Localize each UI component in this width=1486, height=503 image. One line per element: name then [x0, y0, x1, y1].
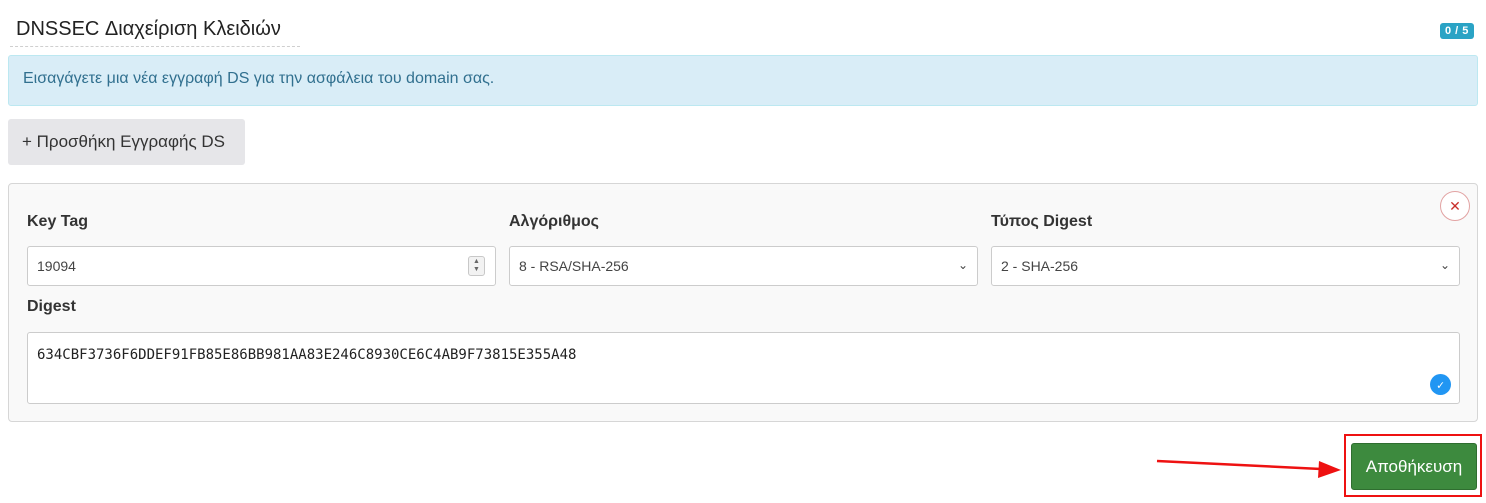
page-title: DNSSEC Διαχείριση Κλειδιών	[10, 18, 300, 47]
key-tag-label: Key Tag	[27, 213, 89, 230]
info-alert-text: Εισαγάγετε μια νέα εγγραφή DS για την ασ…	[23, 70, 495, 87]
annotation-arrow-icon	[1156, 459, 1341, 478]
save-button[interactable]: Αποθήκευση	[1351, 443, 1477, 490]
digest-textarea[interactable]: 634CBF3736F6DDEF91FB85E86BB981AA83E246C8…	[27, 332, 1460, 404]
spinner-up-icon: ▲	[473, 258, 480, 265]
algorithm-select[interactable]: 8 - RSA/SHA-256 ⌄	[509, 246, 978, 286]
digest-type-label: Τύπος Digest	[991, 213, 1093, 230]
close-icon: ✕	[1449, 197, 1461, 214]
algorithm-selected-value: 8 - RSA/SHA-256	[519, 258, 629, 274]
digest-type-selected-value: 2 - SHA-256	[1001, 258, 1079, 274]
remove-record-button[interactable]: ✕	[1440, 191, 1470, 221]
key-tag-value: 19094	[37, 258, 76, 274]
number-spinner[interactable]: ▲ ▼	[468, 256, 485, 276]
algorithm-label: Αλγόριθμος	[509, 213, 599, 230]
spinner-down-icon: ▼	[473, 266, 480, 273]
chevron-down-icon: ⌄	[1439, 258, 1450, 272]
info-alert: Εισαγάγετε μια νέα εγγραφή DS για την ασ…	[8, 55, 1478, 106]
ds-record-card: ✕ Key Tag 19094 ▲ ▼ Αλγόριθμος 8 - RSA/S…	[8, 183, 1478, 422]
record-count-badge: 0 / 5	[1440, 23, 1474, 39]
digest-label: Digest	[27, 298, 76, 315]
add-ds-record-button[interactable]: + Προσθήκη Εγγραφής DS	[8, 119, 245, 165]
check-icon: ✓	[1430, 374, 1451, 395]
key-tag-input[interactable]: 19094 ▲ ▼	[27, 246, 496, 286]
digest-type-select[interactable]: 2 - SHA-256 ⌄	[991, 246, 1460, 286]
chevron-down-icon: ⌄	[957, 258, 968, 272]
digest-value: 634CBF3736F6DDEF91FB85E86BB981AA83E246C8…	[37, 347, 577, 363]
